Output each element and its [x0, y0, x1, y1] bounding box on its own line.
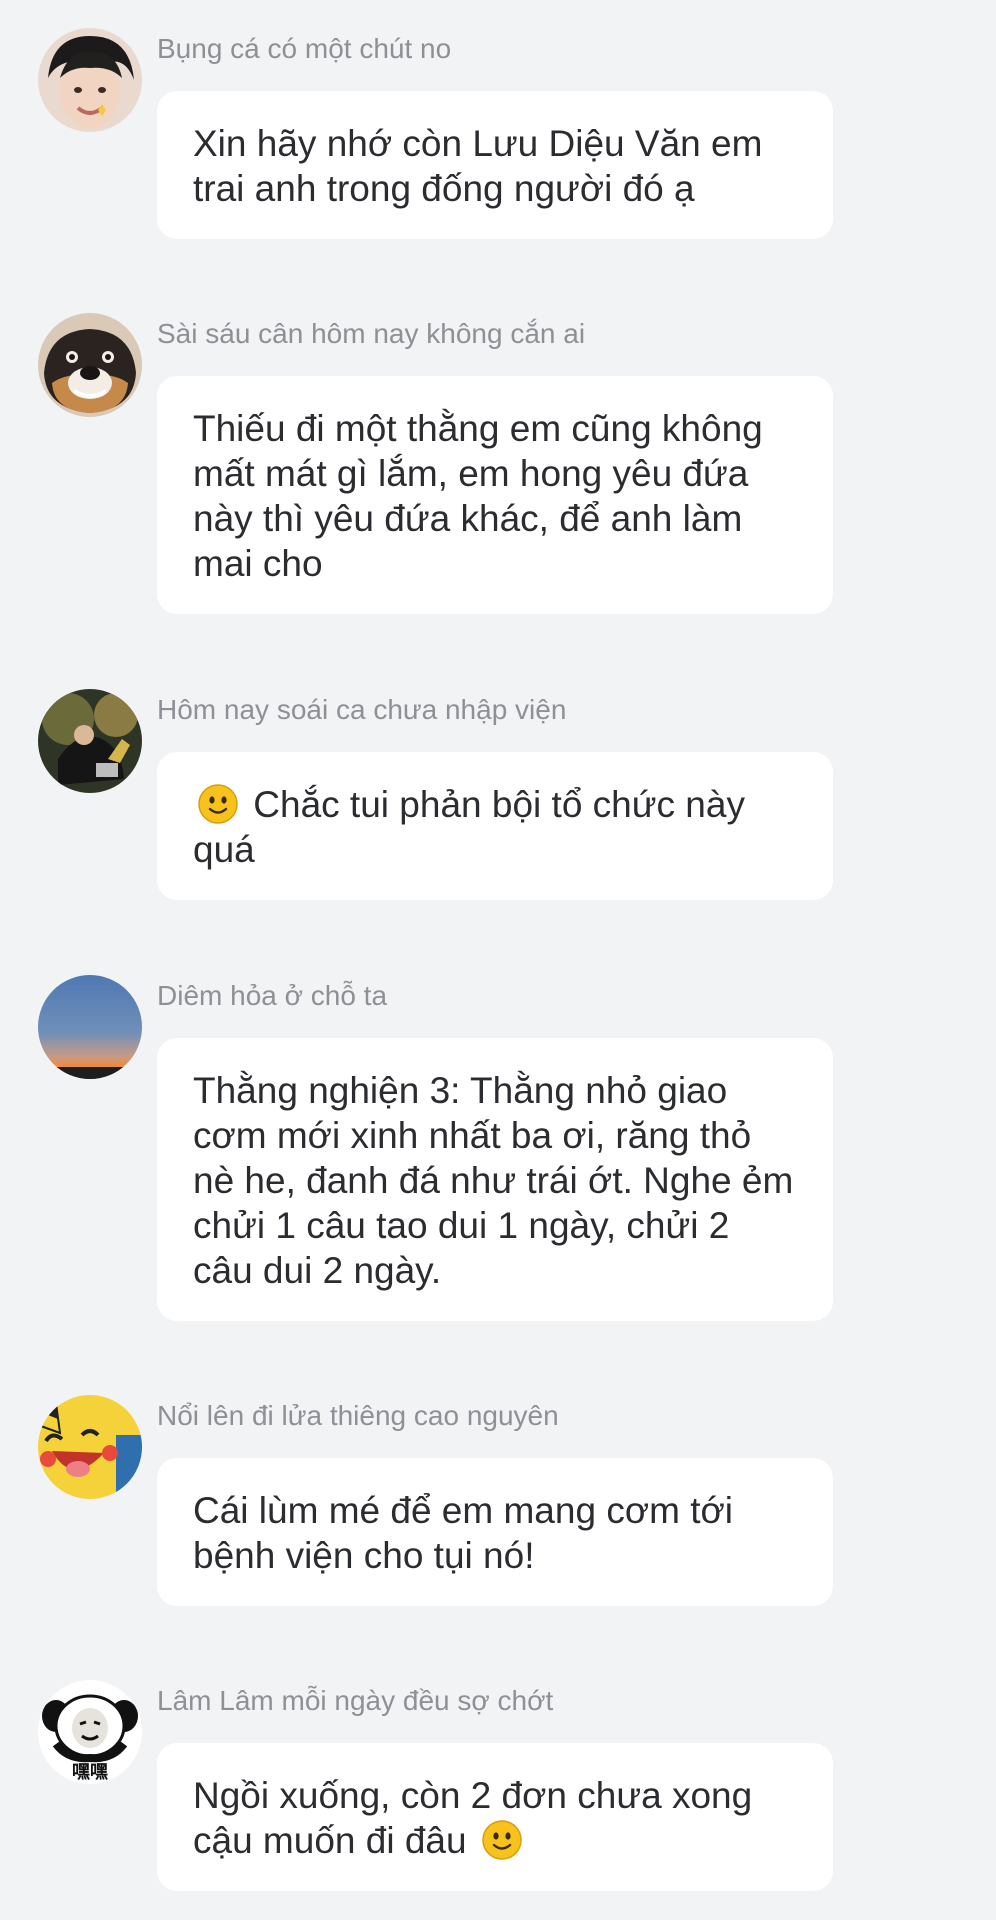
sender-name[interactable]: Sài sáu cân hôm nay không cắn ai: [157, 317, 585, 351]
sender-name[interactable]: Hôm nay soái ca chưa nhập viện: [157, 693, 566, 727]
shiba-dog-avatar-icon[interactable]: [38, 313, 142, 417]
sender-name[interactable]: Nổi lên đi lửa thiêng cao nguyên: [157, 1399, 559, 1433]
slight-smile-emoji-icon: [481, 1819, 523, 1861]
sender-name[interactable]: Lâm Lâm mỗi ngày đều sợ chớt: [157, 1684, 553, 1718]
sunset-sky-avatar-icon[interactable]: [38, 975, 142, 1079]
message-bubble[interactable]: Thiếu đi một thằng em cũng không mất mát…: [157, 376, 833, 614]
message-text: Chắc tui phản bội tổ chức này quá: [193, 784, 745, 870]
message-bubble[interactable]: Cái lùm mé để em mang cơm tới bệnh viện …: [157, 1458, 833, 1606]
panda-meme-avatar-icon[interactable]: 嘿嘿: [38, 1680, 142, 1784]
message-bubble[interactable]: Xin hãy nhớ còn Lưu Diệu Văn em trai anh…: [157, 91, 833, 239]
message-bubble[interactable]: Ngồi xuống, còn 2 đơn chưa xong cậu muốn…: [157, 1743, 833, 1891]
message-bubble[interactable]: Thằng nghiện 3: Thằng nhỏ giao cơm mới x…: [157, 1038, 833, 1321]
pikachu-avatar-icon[interactable]: [38, 1395, 142, 1499]
dark-photo-avatar-icon[interactable]: [38, 689, 142, 793]
message-bubble[interactable]: Chắc tui phản bội tổ chức này quá: [157, 752, 833, 900]
sender-name[interactable]: Diêm hỏa ở chỗ ta: [157, 979, 387, 1013]
boy-photo-avatar-icon[interactable]: [38, 28, 142, 132]
slight-smile-emoji-icon: [197, 783, 239, 825]
chat-thread: Bụng cá có một chút no Xin hãy nhớ còn L…: [0, 0, 996, 1920]
avatar-caption: 嘿嘿: [72, 1762, 108, 1783]
sender-name[interactable]: Bụng cá có một chút no: [157, 32, 451, 66]
message-text: Ngồi xuống, còn 2 đơn chưa xong cậu muốn…: [193, 1775, 753, 1861]
